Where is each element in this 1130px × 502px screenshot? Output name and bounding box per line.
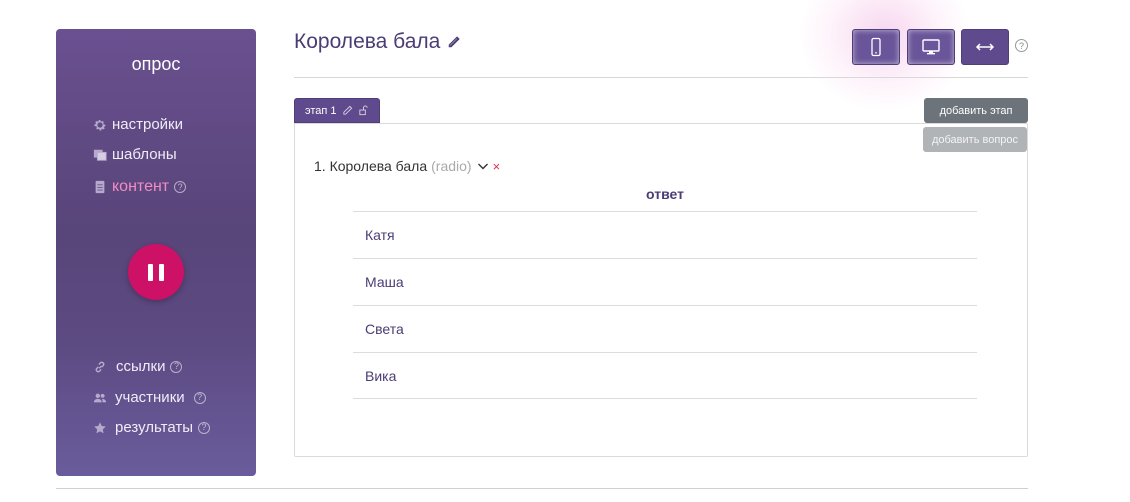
unlock-icon[interactable] [358, 105, 369, 116]
sidebar-item-label: участники [115, 389, 185, 406]
pencil-icon[interactable] [447, 35, 461, 49]
sidebar-item-content[interactable]: контент ? [92, 178, 187, 196]
templates-icon [92, 147, 108, 163]
fullwidth-view-button[interactable] [961, 29, 1009, 65]
sidebar-item-settings[interactable]: настройки [92, 116, 183, 133]
sidebar-title: опрос [131, 54, 181, 74]
desktop-view-button[interactable] [907, 29, 955, 65]
help-icon[interactable]: ? [170, 360, 183, 373]
help-icon[interactable]: ? [1015, 39, 1028, 52]
sidebar-item-templates[interactable]: шаблоны [92, 146, 177, 163]
resize-arrows-icon [975, 43, 995, 51]
help-icon[interactable]: ? [198, 421, 210, 434]
answer-row[interactable]: Вика [353, 352, 977, 399]
answers-table: Катя Маша Света Вика [353, 211, 977, 399]
pencil-icon[interactable] [342, 105, 353, 116]
help-icon[interactable]: ? [174, 181, 187, 193]
delete-question-button[interactable]: × [493, 159, 501, 174]
mobile-icon [871, 37, 881, 57]
sidebar-item-results[interactable]: результаты ? [92, 419, 210, 436]
add-question-button[interactable]: добавить вопрос [923, 127, 1027, 152]
sidebar-item-label: настройки [112, 116, 184, 133]
header-divider [294, 77, 1028, 78]
footer-divider [56, 488, 1028, 489]
page-title-text: Королева бала [294, 30, 441, 53]
sidebar: опрос настройки шаблоны контент ? ссылки… [56, 29, 256, 476]
question-text: 1. Королева бала [314, 158, 428, 174]
help-icon[interactable]: ? [193, 391, 206, 404]
pause-icon [148, 263, 153, 281]
answer-row[interactable]: Катя [353, 211, 977, 258]
sidebar-item-label: результаты [115, 419, 193, 436]
gear-icon [92, 117, 108, 133]
answer-row[interactable]: Света [353, 305, 977, 352]
answers-header: ответ [646, 186, 684, 202]
star-icon [92, 420, 108, 436]
pause-button[interactable] [128, 244, 184, 300]
mobile-view-button[interactable] [852, 29, 900, 65]
sidebar-item-participants[interactable]: участники ? [92, 389, 206, 406]
sidebar-item-label: контент [112, 178, 170, 195]
tab-label: этап 1 [305, 104, 337, 117]
question-title: 1. Королева бала (radio) × [314, 158, 500, 174]
page-title: Королева бала [294, 30, 461, 54]
question-type: (radio) [431, 158, 472, 174]
desktop-icon [922, 39, 940, 55]
chevron-down-icon[interactable] [477, 160, 489, 172]
add-stage-button[interactable]: добавить этап [924, 98, 1028, 123]
sidebar-item-links[interactable]: ссылки ? [92, 358, 183, 375]
answer-row[interactable]: Маша [353, 258, 977, 305]
tab-stage-1[interactable]: этап 1 [294, 98, 380, 123]
document-icon [92, 179, 108, 195]
users-icon [92, 390, 108, 406]
stage-content-panel: 1. Королева бала (radio) × ответ Катя Ма… [294, 123, 1028, 457]
sidebar-item-label: ссылки [116, 358, 166, 375]
sidebar-item-label: шаблоны [112, 146, 177, 163]
link-icon [92, 359, 108, 375]
